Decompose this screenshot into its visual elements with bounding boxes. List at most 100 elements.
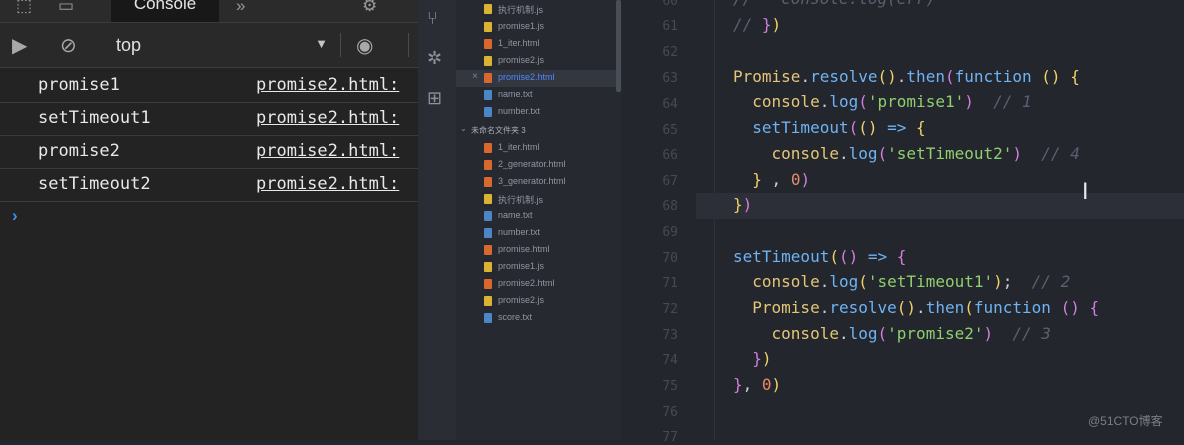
extensions-icon[interactable]: ⊞ [427,88,442,109]
file-item[interactable]: number.txt [456,104,616,121]
code-token: () [896,298,917,317]
file-item[interactable]: promise2.js [456,53,616,70]
code-line: }) [733,349,772,368]
file-item[interactable]: 执行机制.js [456,191,616,208]
html-file-icon [484,39,492,49]
code-token: resolve [829,298,897,317]
html-file-icon [484,279,492,289]
code-token: ( [877,324,888,343]
debug-icon[interactable]: ✲ [427,48,442,69]
context-selector-value: top [116,35,142,55]
file-item[interactable]: 2_generator.html [456,157,616,174]
code-token: log [848,144,878,163]
code-token: } [733,195,743,214]
inspect-element-icon[interactable]: ⬚ [16,0,32,16]
source-link[interactable]: promise2.html: [256,75,399,95]
code-token: ) [761,349,772,368]
device-toolbar-icon[interactable]: ▭ [58,0,74,16]
file-item[interactable]: promise1.js [456,259,616,276]
code-token: () [858,118,878,137]
source-link[interactable]: promise2.html: [256,141,399,161]
line-number: 69 [662,225,678,240]
file-item[interactable]: name.txt [456,87,616,104]
console-message-text: promise1 [38,75,120,95]
code-line: // console.log(err) [733,0,935,8]
console-message-text: setTimeout1 [38,108,151,128]
source-link[interactable]: promise2.html: [256,108,399,128]
file-item[interactable]: promise2.html [456,276,616,293]
code-token: log [829,92,859,111]
line-number: 70 [662,251,678,266]
console-prompt[interactable]: › [12,206,18,226]
file-item[interactable]: name.txt [456,208,616,225]
file-item[interactable]: score.txt [456,310,616,327]
file-item[interactable]: 1_iter.html [456,140,616,157]
console-message: setTimeout1 promise2.html: [0,102,418,136]
code-token: ( [858,92,868,111]
js-file-icon [484,296,492,306]
file-item[interactable]: promise2.js [456,293,616,310]
source-control-icon[interactable]: ⑂ [427,8,438,29]
file-item-active[interactable]: × promise2.html [456,70,616,87]
code-token: . [896,67,907,86]
file-item[interactable]: number.txt [456,225,616,242]
console-toolbar: ▶ ⊘ top ▼ ◉ [0,23,418,68]
code-token: { [1089,298,1100,317]
html-file-icon [484,73,492,83]
console-message-text: setTimeout2 [38,174,151,194]
context-selector[interactable]: top ▼ [104,32,334,58]
close-icon[interactable]: × [472,71,478,82]
code-token: } [752,349,762,368]
code-token: ( [829,247,839,266]
file-item[interactable]: 3_generator.html [456,174,616,191]
code-token: ( [848,118,859,137]
code-token: ) [964,92,974,111]
source-link[interactable]: promise2.html: [256,174,399,194]
scrollbar[interactable] [616,0,621,92]
mouse-cursor-icon: I [1082,180,1089,205]
line-number: 65 [662,123,678,138]
line-number: 77 [662,430,678,445]
line-number: 73 [662,328,678,343]
file-explorer: 执行机制.js promise1.js 1_iter.html promise2… [456,0,622,440]
code-editor[interactable] [622,0,1184,440]
html-file-icon [484,245,492,255]
more-tabs-icon[interactable]: » [236,0,245,16]
tab-console[interactable]: Console [111,0,219,22]
file-item[interactable]: 执行机制.js [456,1,616,18]
file-item[interactable]: 1_iter.html [456,36,616,53]
eye-icon[interactable]: ◉ [356,33,373,58]
html-file-icon [484,177,492,187]
code-token: () [877,67,897,86]
code-token: { [1070,67,1080,86]
file-item[interactable]: promise1.js [456,19,616,36]
code-token: ) [771,15,782,34]
code-line: console.log('promise1') // 1 [733,92,1031,111]
code-token: , [742,375,762,394]
code-token: ) [742,195,753,214]
code-line: }) [733,195,752,214]
watermark: @51CTO博客 [1088,414,1163,428]
clear-console-icon[interactable]: ⊘ [60,33,77,58]
code-token: { [916,118,926,137]
code-token: ( [944,67,955,86]
code-token: () [1060,298,1080,317]
folder-item[interactable]: ⌄ 未命名文件夹 3 [456,122,616,138]
code-token: 'promise1' [867,92,965,111]
devtools-tabbar: ⬚ ▭ Console » ⚙ [0,0,418,23]
code-token: => [867,247,888,266]
activity-bar: ⑂ ✲ ⊞ [418,0,456,440]
js-file-icon [484,194,492,204]
gear-icon[interactable]: ⚙ [362,0,377,16]
code-token: console [771,324,839,343]
code-token: console [771,144,839,163]
file-item[interactable]: promise.html [456,242,616,259]
code-token: then [925,298,965,317]
code-token: () [838,247,859,266]
code-token: log [829,272,859,291]
sidebar-toggle-icon[interactable]: ▶ [12,33,27,58]
